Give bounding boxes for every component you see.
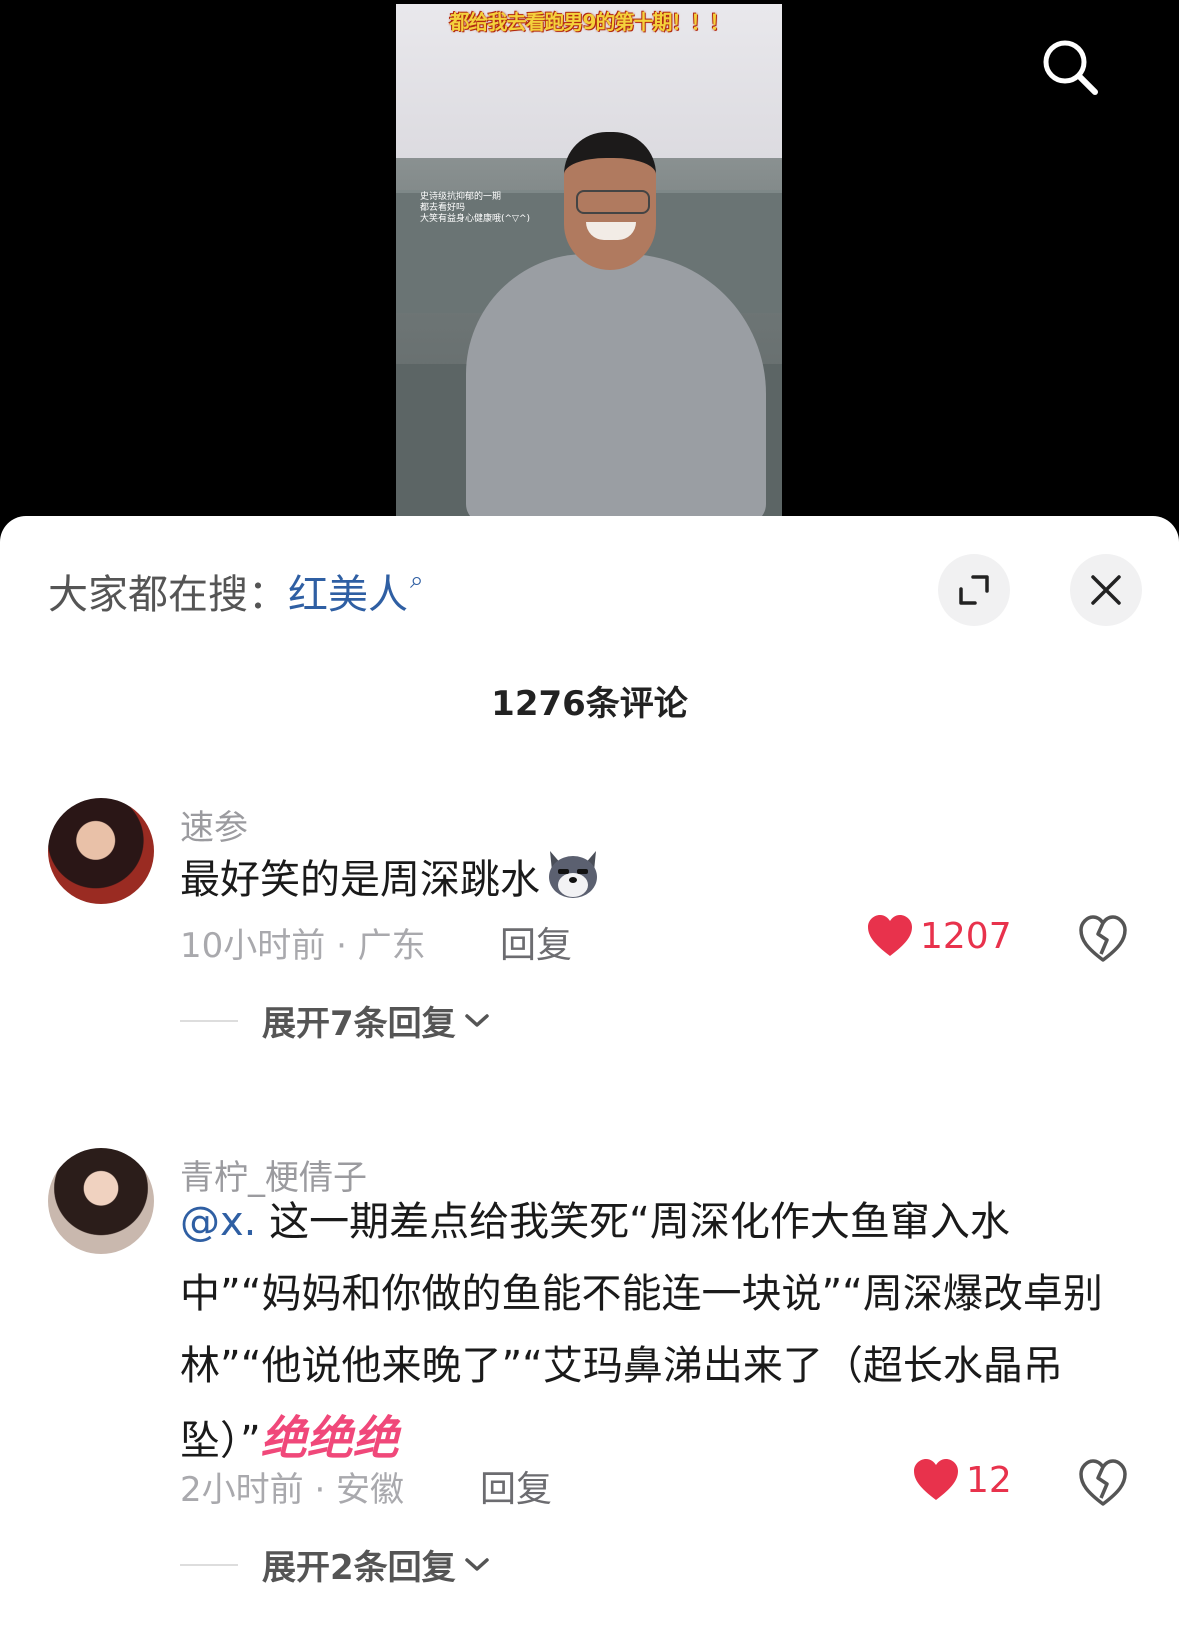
comment-username[interactable]: 速参 bbox=[180, 800, 248, 849]
video-person-body bbox=[466, 254, 766, 517]
expand-replies-button[interactable]: 展开2条回复 bbox=[180, 1540, 492, 1589]
expand-replies-label: 展开2条回复 bbox=[262, 1548, 456, 1588]
fullscreen-button[interactable] bbox=[938, 554, 1010, 626]
like-count: 12 bbox=[966, 1459, 1012, 1501]
heart-icon bbox=[914, 1459, 958, 1500]
reply-button[interactable]: 回复 bbox=[480, 1460, 552, 1512]
video-caption: 都给我去看跑男9的第十期！！！ bbox=[449, 10, 730, 34]
chevron-down-icon bbox=[464, 1557, 489, 1571]
comment-meta: 2小时前 · 安徽 bbox=[180, 1470, 405, 1510]
comment-sheet: 大家都在搜：红美人⌕ 1276条评论 速参 最好笑的是周深跳水 10小时前 · … bbox=[0, 516, 1179, 1646]
comment-emphasis: 绝绝绝 bbox=[260, 1411, 399, 1465]
mention-link[interactable]: @x. bbox=[180, 1199, 256, 1245]
expand-replies-button[interactable]: 展开7条回复 bbox=[180, 996, 492, 1045]
comment-text: 最好笑的是周深跳水 bbox=[180, 844, 1110, 916]
comment-text: @x. 这一期差点给我笑死“周深化作大鱼窜入水中”“妈妈和你做的鱼能不能连一块说… bbox=[180, 1186, 1110, 1477]
expand-divider bbox=[180, 1019, 238, 1022]
comment-count-title: 1276条评论 bbox=[491, 684, 688, 724]
avatar[interactable] bbox=[48, 1148, 154, 1254]
trending-search[interactable]: 大家都在搜：红美人⌕ bbox=[48, 562, 423, 620]
dislike-icon[interactable] bbox=[1078, 914, 1128, 964]
trending-prefix: 大家都在搜： bbox=[48, 572, 288, 618]
wolf-emoji-icon bbox=[549, 851, 597, 898]
close-icon bbox=[1091, 575, 1121, 605]
expand-icon bbox=[959, 575, 989, 605]
reply-button[interactable]: 回复 bbox=[500, 916, 572, 968]
like-count: 1207 bbox=[920, 915, 1012, 957]
search-icon[interactable] bbox=[1039, 36, 1101, 98]
like-button[interactable]: 1207 bbox=[866, 914, 1012, 958]
expand-divider bbox=[180, 1563, 238, 1566]
comment-meta: 10小时前 · 广东 bbox=[180, 926, 426, 966]
like-button[interactable]: 12 bbox=[912, 1458, 1012, 1502]
trending-search-icon: ⌕ bbox=[410, 566, 424, 594]
video-frame[interactable]: 都给我去看跑男9的第十期！！！ 史诗级抗抑郁的一期 都去看好吗 大笑有益身心健康… bbox=[396, 4, 782, 517]
dislike-icon[interactable] bbox=[1078, 1458, 1128, 1508]
avatar[interactable] bbox=[48, 798, 154, 904]
video-person-glasses bbox=[576, 190, 650, 214]
chevron-down-icon bbox=[464, 1013, 489, 1027]
video-player[interactable]: 都给我去看跑男9的第十期！！！ 史诗级抗抑郁的一期 都去看好吗 大笑有益身心健康… bbox=[0, 0, 1179, 540]
expand-replies-label: 展开7条回复 bbox=[262, 1004, 456, 1044]
close-button[interactable] bbox=[1070, 554, 1142, 626]
heart-icon bbox=[868, 915, 912, 956]
video-overlay-text: 史诗级抗抑郁的一期 都去看好吗 大笑有益身心健康哦(^▽^) bbox=[420, 192, 531, 224]
trending-term[interactable]: 红美人 bbox=[288, 572, 408, 618]
comment-body: 最好笑的是周深跳水 bbox=[180, 857, 540, 903]
